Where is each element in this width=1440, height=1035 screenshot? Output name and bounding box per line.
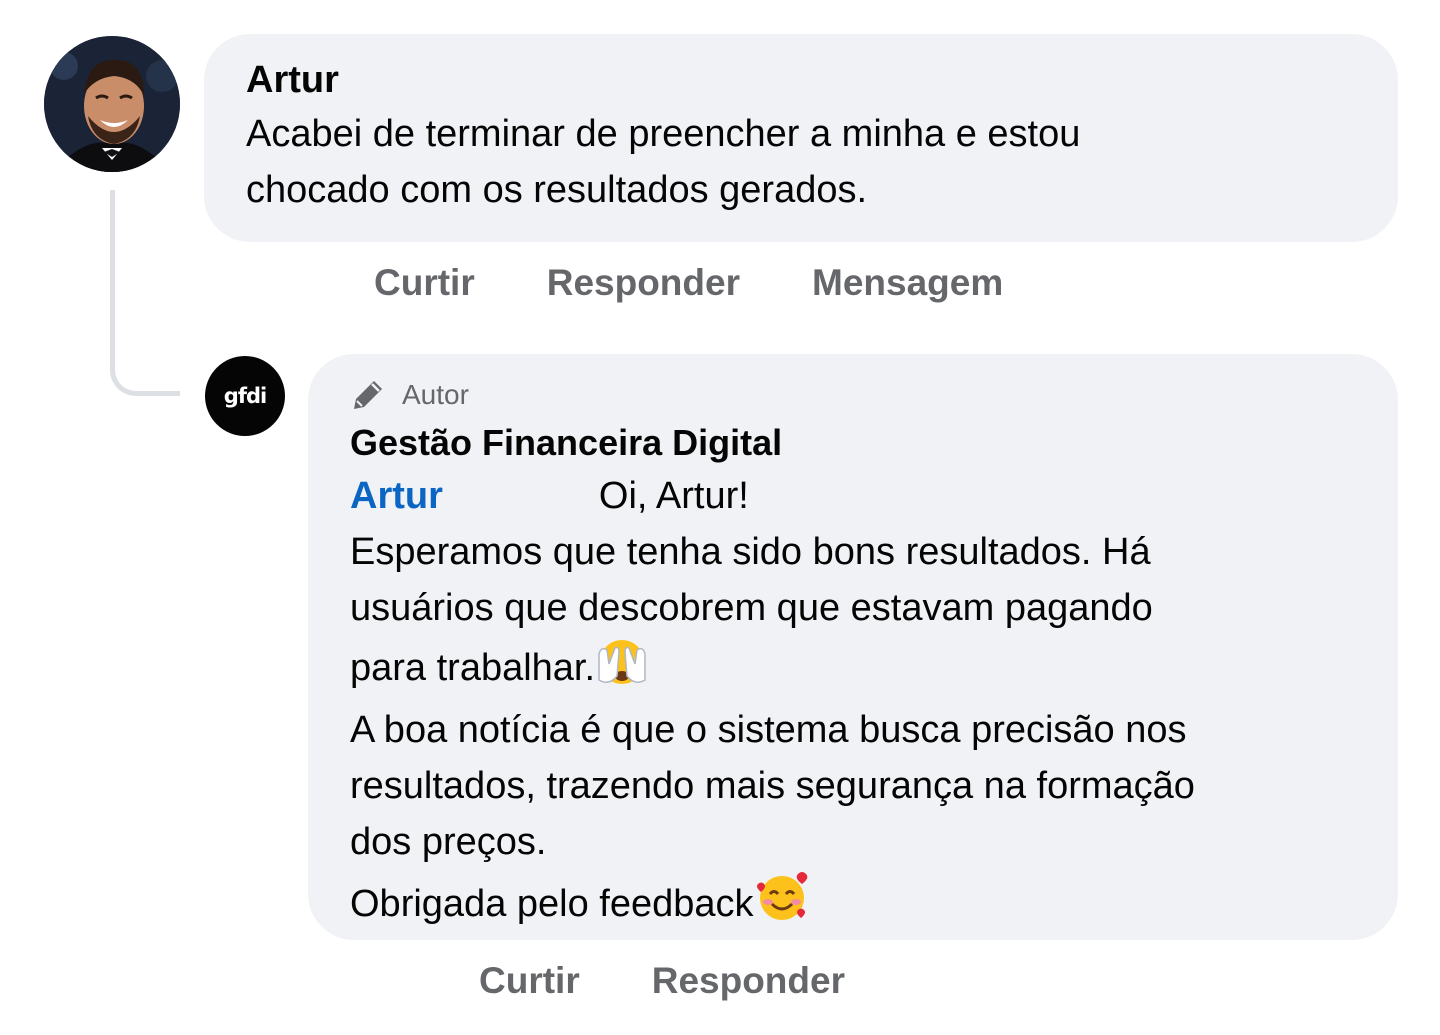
avatar[interactable] xyxy=(44,36,180,172)
reply-text-line: dos preços. xyxy=(350,821,547,863)
face-with-hands-over-eyes-emoji xyxy=(595,636,649,702)
profile-photo xyxy=(44,36,180,172)
like-button[interactable]: Curtir xyxy=(479,960,580,1002)
thread-connector xyxy=(110,190,180,396)
reply-author[interactable]: Gestão Financeira Digital xyxy=(350,418,1358,468)
page-avatar[interactable]: gfdi xyxy=(205,356,285,436)
comment-text-line: Acabei de terminar de preencher a minha … xyxy=(246,113,1081,155)
mention-link[interactable]: Artur xyxy=(350,475,443,517)
reply-text-line: para trabalhar. xyxy=(350,636,1358,702)
reply-text-line: Obrigada pelo feedback xyxy=(350,870,1358,938)
author-badge-label: Autor xyxy=(402,379,469,410)
comment-text: Acabei de terminar de preencher a minha … xyxy=(246,106,1358,218)
pencil-icon xyxy=(354,381,382,409)
like-button[interactable]: Curtir xyxy=(374,262,475,304)
comment-author[interactable]: Artur xyxy=(246,54,1358,106)
reply-text-line: Esperamos que tenha sido bons resultados… xyxy=(350,531,1151,573)
reply-text-line: usuários que descobrem que estavam pagan… xyxy=(350,587,1153,629)
author-badge: Autor xyxy=(350,372,1358,418)
message-button[interactable]: Mensagem xyxy=(812,262,1003,304)
reply-actions: Curtir Responder xyxy=(479,960,845,1002)
greeting-text: Oi, Artur! xyxy=(598,475,749,517)
page-avatar-logo: gfdi xyxy=(223,384,267,408)
reply-button[interactable]: Responder xyxy=(547,262,740,304)
comment-bubble: Artur Acabei de terminar de preencher a … xyxy=(204,34,1398,242)
reply-text-segment: para trabalhar. xyxy=(350,647,596,689)
reply-button[interactable]: Responder xyxy=(652,960,845,1002)
reply-greeting-line: Artur Oi, Artur! xyxy=(350,468,1358,524)
smiling-face-with-hearts-emoji xyxy=(754,870,810,938)
reply-text-segment: Obrigada pelo feedback xyxy=(350,883,754,925)
reply-bubble: Autor Gestão Financeira Digital Artur Oi,… xyxy=(308,354,1398,940)
comment-text-line: chocado com os resultados gerados. xyxy=(246,169,868,211)
comment-actions: Curtir Responder Mensagem xyxy=(374,262,1003,304)
reply-text: Artur Oi, Artur! Esperamos que tenha sido… xyxy=(350,468,1358,938)
reply-text-line: A boa notícia é que o sistema busca prec… xyxy=(350,709,1187,751)
reply-text-line: resultados, trazendo mais segurança na f… xyxy=(350,765,1195,807)
